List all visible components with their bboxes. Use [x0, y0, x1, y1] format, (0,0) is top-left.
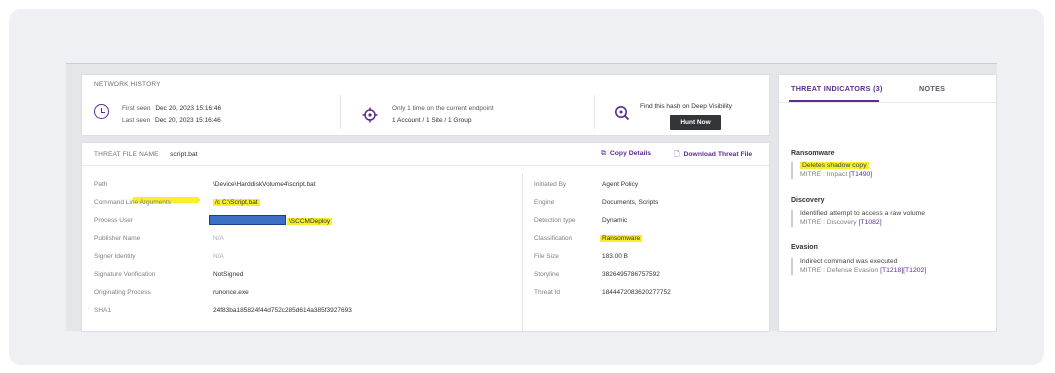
indicator-text: Identified attempt to access a raw volum… [800, 210, 926, 217]
category-evasion: Evasion [791, 244, 818, 251]
mitre-line: MITRE : Impact [T1490] [800, 171, 872, 180]
endpoint-line2: 1 Account / 1 Site / 1 Group [392, 117, 472, 124]
indicator-text: Indirect command was executed [800, 258, 898, 265]
mitre-line: MITRE : Defense Evasion [T1218][T1202] [800, 267, 926, 276]
divider [340, 95, 341, 129]
category-discovery: Discovery [791, 197, 825, 204]
signer-identity-label: Signer Identity [94, 253, 136, 260]
mitre-technique-link[interactable]: [T1490] [849, 171, 872, 178]
indicator-text: Deletes shadow copy [800, 162, 872, 171]
command-line-value-text: /c C:\Script.bat [213, 199, 260, 206]
first-seen-label: First seen [122, 105, 151, 112]
last-seen: Last seen Dec 20, 2023 15:16:46 [122, 117, 221, 124]
signer-identity-value: N/A [213, 253, 224, 260]
file-size-value: 183.00 B [602, 253, 629, 260]
classification-label: Classification [534, 235, 573, 242]
process-user-label: Process User [94, 217, 134, 224]
threat-file-name-label: THREAT FILE NAME [94, 151, 159, 158]
engine-label: Engine [534, 199, 555, 206]
tab-threat-indicators[interactable]: THREAT INDICATORS (3) [791, 84, 883, 93]
threat-id-value: 1844472083620277752 [602, 289, 671, 296]
mitre-technique-link[interactable]: [T1218][T1202] [880, 267, 926, 274]
network-history-title: NETWORK HISTORY [94, 81, 161, 88]
download-threat-file-button[interactable]: 🗋 Download Threat File [674, 150, 752, 161]
threat-file-name-value: script.bat [170, 151, 198, 158]
hunt-now-button[interactable]: Hunt Now [670, 115, 721, 130]
divider [594, 95, 595, 129]
sha1-value: 24f83ba185824f44d752c285d614a385f3927693 [213, 307, 352, 314]
last-seen-label: Last seen [122, 117, 151, 124]
search-icon [615, 106, 630, 121]
copy-details-button[interactable]: ⧉ Copy Details [601, 150, 651, 158]
copy-icon: ⧉ [601, 150, 606, 157]
threat-id-label: Threat Id [534, 289, 561, 296]
divider [779, 102, 996, 103]
download-threat-file-label: Download Threat File [683, 151, 753, 158]
command-line-value: /c C:\Script.bat [213, 199, 260, 206]
originating-process-label: Originating Process [94, 289, 151, 296]
mitre-line: MITRE : Discovery [T1082] [800, 219, 925, 228]
column-divider [522, 173, 523, 333]
publisher-name-label: Publisher Name [94, 235, 141, 242]
threat-file-header: THREAT FILE NAME script.bat ⧉ Copy Detail… [82, 143, 769, 166]
mitre-text: MITRE : Discovery [800, 218, 857, 226]
mitre-text: MITRE : Defense Evasion [800, 266, 879, 274]
detection-type-label: Detection type [534, 217, 576, 224]
mitre-text: MITRE : Impact [800, 170, 848, 178]
redaction-box [209, 215, 286, 225]
engine-value: Documents, Scripts [602, 199, 659, 206]
sha1-label: SHA1 [94, 307, 111, 314]
first-seen: First seen Dec 20, 2023 15:16:46 [122, 105, 221, 112]
path-label: Path [94, 181, 108, 188]
command-line-label: Command Line Arguments [94, 199, 171, 206]
indicator-item: Identified attempt to access a raw volum… [791, 210, 925, 227]
crosshair-icon [362, 107, 378, 123]
copy-details-label: Copy Details [609, 150, 652, 157]
top-border [66, 63, 997, 66]
process-user-value: \SCCMDeploy [209, 215, 333, 225]
tab-notes[interactable]: NOTES [919, 84, 945, 93]
signature-verification-value: NotSigned [213, 271, 244, 278]
indicator-item: Deletes shadow copy MITRE : Impact [T149… [791, 162, 872, 179]
threat-file-card: THREAT FILE NAME script.bat ⧉ Copy Detail… [81, 142, 770, 333]
category-ransomware: Ransomware [791, 150, 835, 157]
file-icon: 🗋 [674, 151, 680, 158]
storyline-value: 3826495786757592 [602, 271, 660, 278]
mitre-technique-link[interactable]: [T1082] [859, 219, 882, 226]
signature-verification-label: Signature Verification [94, 271, 156, 278]
initiated-by-label: Initiated By [534, 181, 567, 188]
path-value: \Device\HarddiskVolume4\script.bat [213, 181, 316, 188]
file-size-label: File Size [534, 253, 559, 260]
classification-value: Ransomware [600, 235, 643, 242]
clock-icon [94, 104, 109, 119]
publisher-name-value: N/A [213, 235, 224, 242]
last-seen-value: Dec 20, 2023 15:16:46 [155, 117, 221, 124]
indicator-item: Indirect command was executed MITRE : De… [791, 258, 926, 275]
detection-type-value: Dynamic [602, 217, 628, 224]
first-seen-value: Dec 20, 2023 15:16:46 [155, 105, 222, 112]
network-history-card: NETWORK HISTORY First seen Dec 20, 2023 … [81, 74, 770, 136]
endpoint-line1: Only 1 time on the current endpoint [392, 105, 494, 112]
threat-indicators-panel: THREAT INDICATORS (3) NOTES Ransomware D… [778, 74, 997, 332]
process-user-value-text: \SCCMDeploy [287, 218, 333, 225]
indicator-text-value: Deletes shadow copy [800, 162, 869, 169]
storyline-label: Storyline [534, 271, 560, 278]
initiated-by-value: Agent Policy [602, 181, 639, 188]
hash-text: Find this hash on Deep Visibility [640, 103, 733, 110]
classification-value-text: Ransomware [600, 235, 643, 242]
originating-process-value: runonce.exe [213, 289, 249, 296]
